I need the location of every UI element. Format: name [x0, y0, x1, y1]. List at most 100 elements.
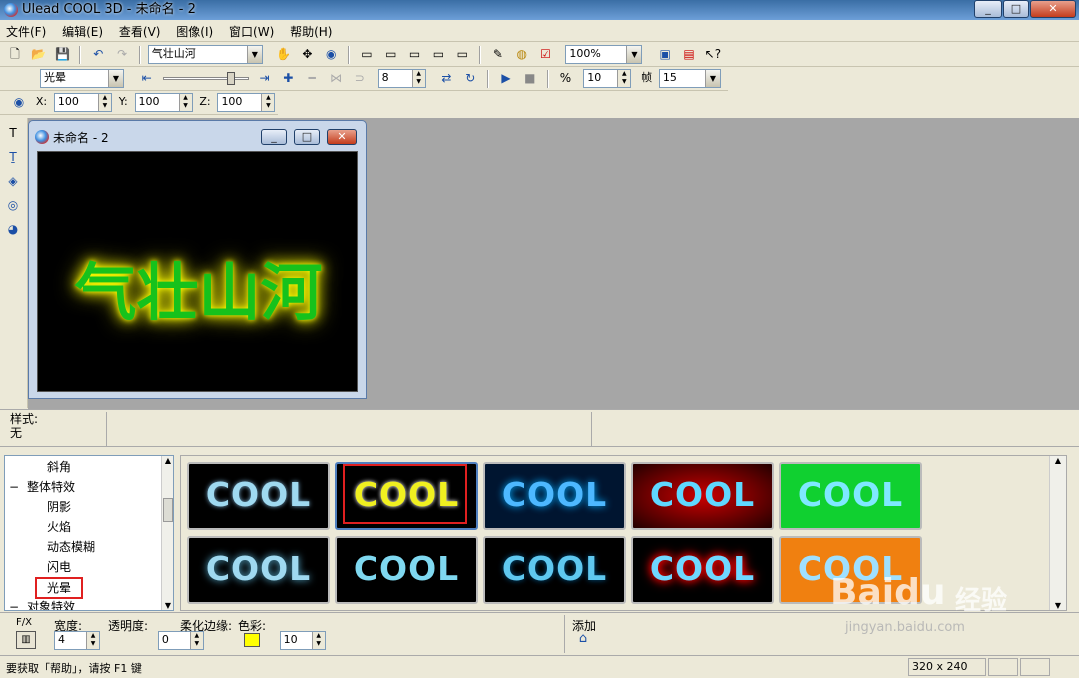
menu-image[interactable]: 图像(I) [170, 22, 219, 42]
layout-1-icon[interactable]: ▭ [358, 45, 376, 63]
width-spinner[interactable]: 4 ▲ ▼ [54, 631, 100, 650]
doc-minimize-button[interactable]: _ [261, 129, 287, 145]
check-icon[interactable]: ☑ [537, 45, 555, 63]
document-window[interactable]: 未命名 - 2 _ □ ✕ 气壮山河 [28, 120, 367, 399]
insert-shape-icon[interactable]: ◈ [4, 172, 22, 190]
move-icon[interactable]: ✥ [298, 45, 316, 63]
scroll-up-icon[interactable]: ▲ [162, 456, 173, 465]
add-house-icon[interactable]: ⌂ [574, 631, 592, 649]
menu-view[interactable]: 查看(V) [113, 22, 167, 42]
thumb-glow-7[interactable]: COOL [335, 536, 478, 604]
keyframe-spinner[interactable]: 8 ▲ ▼ [377, 69, 426, 88]
globe-icon[interactable]: ◍ [513, 45, 531, 63]
tree-item-lightning[interactable]: 闪电 [47, 558, 71, 576]
scroll-down-icon[interactable]: ▼ [162, 601, 173, 610]
thumb-glow-6[interactable]: COOL [187, 536, 330, 604]
status-help-text: 要获取「帮助」，请按 F1 键 [6, 662, 142, 675]
menu-edit[interactable]: 编辑(E) [56, 22, 109, 42]
help-pointer-icon[interactable]: ↖? [704, 45, 722, 63]
frame-count-select[interactable]: 15 ▼ [658, 69, 721, 88]
tree-item-glow[interactable]: 光晕 [35, 577, 84, 599]
color-swatch[interactable] [244, 633, 260, 647]
minimize-button[interactable]: _ [974, 0, 1002, 18]
select-object-icon[interactable]: ◉ [322, 45, 340, 63]
hand-rotate-icon[interactable]: ✋ [275, 45, 293, 63]
selected-highlight [343, 464, 467, 524]
insert-text-icon[interactable]: T [4, 124, 22, 142]
export-icon[interactable]: ▣ [656, 45, 674, 63]
edit-shape-icon[interactable]: ◎ [4, 196, 22, 214]
menu-help[interactable]: 帮助(H) [284, 22, 338, 42]
thumb-glow-3[interactable]: COOL [483, 462, 626, 530]
frame-count-value: 15 [662, 71, 677, 84]
repeat-icon[interactable]: ↻ [461, 69, 479, 87]
close-button[interactable]: ✕ [1030, 0, 1076, 18]
tree-item-shadow[interactable]: 阴影 [47, 498, 71, 516]
menu-window[interactable]: 窗口(W) [223, 22, 280, 42]
maximize-button[interactable]: □ [1003, 0, 1029, 18]
frame-slider[interactable] [161, 69, 251, 89]
scroll-down-icon[interactable]: ▼ [1050, 601, 1066, 610]
effect-select[interactable]: 光晕 ▼ [40, 69, 124, 88]
paint-icon[interactable]: ✎ [489, 45, 507, 63]
frame-label: 帧 [641, 71, 653, 84]
text-object-select[interactable]: 气壮山河 ▼ [147, 45, 263, 64]
tree-item-global-effects[interactable]: 整体特效 [27, 478, 75, 496]
layout-5-icon[interactable]: ▭ [453, 45, 471, 63]
thumb-glow-4[interactable]: COOL [631, 462, 774, 530]
reverse-icon[interactable]: ⋈ [327, 69, 345, 87]
scroll-up-icon[interactable]: ▲ [1050, 456, 1066, 465]
menu-file[interactable]: 文件(F) [0, 22, 52, 42]
spinner-arrows-icon: ▲ ▼ [411, 70, 425, 87]
width-value: 4 [58, 633, 65, 646]
edit-text-icon[interactable]: Ṯ [4, 148, 22, 166]
tree-item-fire[interactable]: 火焰 [47, 518, 71, 536]
first-frame-icon[interactable]: ⇤ [138, 69, 156, 87]
tree-item-object-effects[interactable]: 对象特效 [27, 598, 75, 610]
fx-toggle-icon[interactable]: ▥ [16, 631, 36, 649]
redo-icon[interactable]: ↷ [113, 45, 131, 63]
softedge-label: 柔化边缘: [180, 619, 233, 633]
tree-item-bevel[interactable]: 斜角 [47, 458, 71, 476]
x-spinner[interactable]: 100 ▲ ▼ [53, 93, 112, 112]
y-spinner[interactable]: 100 ▲ ▼ [134, 93, 193, 112]
loop-icon[interactable]: ⊃ [351, 69, 369, 87]
softedge-spinner[interactable]: 10 ▲ ▼ [279, 631, 326, 650]
tree-scrollbar[interactable]: ▲ ▼ [161, 456, 173, 610]
zoom-select[interactable]: 100% ▼ [565, 45, 643, 64]
web-icon[interactable]: ▤ [680, 45, 698, 63]
preview-canvas[interactable]: 气壮山河 [37, 151, 358, 392]
tree-item-motion-blur[interactable]: 动态模糊 [47, 538, 95, 556]
object-toolbar: T Ṯ ◈ ◎ ◕ [0, 118, 28, 408]
speed-icon[interactable]: % [556, 69, 574, 87]
thumb-glow-8[interactable]: COOL [483, 536, 626, 604]
position-icon[interactable]: ◉ [10, 93, 28, 111]
last-frame-icon[interactable]: ⇥ [255, 69, 273, 87]
thumb-glow-5[interactable]: COOL [779, 462, 922, 530]
save-icon[interactable]: 💾 [54, 45, 72, 63]
tree-toggle-icon[interactable]: − [9, 478, 19, 496]
thumbnail-scrollbar[interactable]: ▲ ▼ [1049, 456, 1066, 610]
thumb-glow-1[interactable]: COOL [187, 462, 330, 530]
add-keyframe-icon[interactable]: ✚ [279, 69, 297, 87]
play-icon[interactable]: ▶ [497, 69, 515, 87]
layout-3-icon[interactable]: ▭ [406, 45, 424, 63]
undo-icon[interactable]: ↶ [89, 45, 107, 63]
insert-geometry-icon[interactable]: ◕ [4, 220, 22, 238]
fps-spinner[interactable]: 10 ▲ ▼ [583, 69, 632, 88]
doc-maximize-button[interactable]: □ [294, 129, 320, 145]
divider [591, 412, 592, 446]
thumb-glow-9[interactable]: COOL [631, 536, 774, 604]
stop-icon[interactable]: ■ [521, 69, 539, 87]
open-folder-icon[interactable]: 📂 [30, 45, 48, 63]
tree-toggle-icon[interactable]: − [9, 598, 19, 610]
z-spinner[interactable]: 100 ▲ ▼ [217, 93, 276, 112]
doc-close-button[interactable]: ✕ [327, 129, 357, 145]
remove-keyframe-icon[interactable]: ━ [303, 69, 321, 87]
layout-4-icon[interactable]: ▭ [429, 45, 447, 63]
style-info-bar: 样式: 无 [0, 409, 1079, 447]
scroll-thumb[interactable] [163, 498, 173, 522]
pingpong-icon[interactable]: ⇄ [437, 69, 455, 87]
layout-2-icon[interactable]: ▭ [382, 45, 400, 63]
new-file-icon[interactable]: 🗋 [6, 45, 24, 63]
